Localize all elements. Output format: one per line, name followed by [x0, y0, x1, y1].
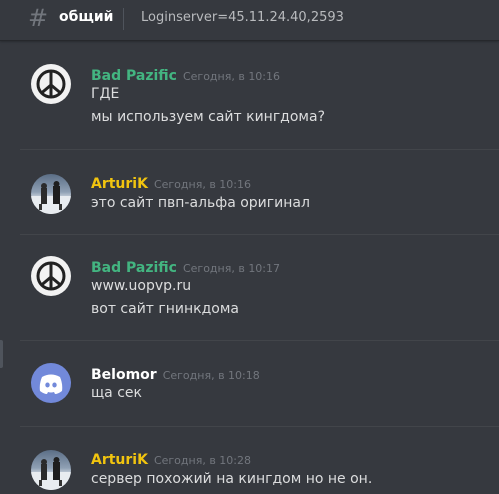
message-text: вот сайт гнинкдома — [91, 301, 240, 317]
channel-name[interactable]: общий — [59, 8, 114, 26]
channel-hash-icon: # — [28, 4, 49, 32]
message-text: мы используем сайт кингдома? — [91, 109, 325, 125]
message-text: ГДЕ — [91, 86, 120, 102]
message-timestamp: Сегодня, в 10:18 — [162, 369, 260, 382]
discord-logo-icon — [39, 374, 63, 394]
message-divider — [20, 234, 499, 235]
peace-sign-icon — [36, 69, 66, 99]
message-text: ща сек — [91, 385, 142, 401]
message-author[interactable]: ArturiK — [91, 452, 148, 468]
avatar[interactable] — [31, 64, 71, 104]
message-divider — [20, 426, 499, 427]
message-author[interactable]: Bad Pazific — [91, 68, 177, 84]
message-divider — [20, 340, 499, 341]
photo-avatar-icon — [31, 457, 71, 490]
avatar[interactable] — [31, 450, 71, 490]
peace-sign-icon — [36, 261, 66, 291]
avatar[interactable] — [31, 174, 71, 214]
message-author[interactable]: ArturiK — [91, 176, 148, 192]
avatar[interactable] — [31, 363, 71, 403]
message-text: это сайт пвп-альфа оригинал — [91, 195, 310, 211]
unread-indicator — [0, 340, 3, 368]
message-author[interactable]: Belomor — [91, 367, 157, 383]
message-author[interactable]: Bad Pazific — [91, 260, 177, 276]
message-timestamp: Сегодня, в 10:17 — [182, 262, 281, 275]
message-divider — [20, 149, 499, 150]
message-timestamp: Сегодня, в 10:28 — [153, 454, 251, 467]
photo-avatar-icon — [31, 181, 71, 214]
channel-header: # общий Loginserver=45.11.24.40,2593 — [0, 0, 499, 41]
message-link[interactable]: www.uopvp.ru — [91, 276, 191, 296]
channel-topic[interactable]: Loginserver=45.11.24.40,2593 — [141, 9, 344, 27]
message-timestamp: Сегодня, в 10:16 — [153, 178, 251, 191]
message-timestamp: Сегодня, в 10:16 — [182, 70, 281, 83]
message-text: сервер похожий на кингдом но не он. — [91, 471, 373, 487]
header-divider — [123, 8, 124, 30]
avatar[interactable] — [31, 256, 71, 296]
